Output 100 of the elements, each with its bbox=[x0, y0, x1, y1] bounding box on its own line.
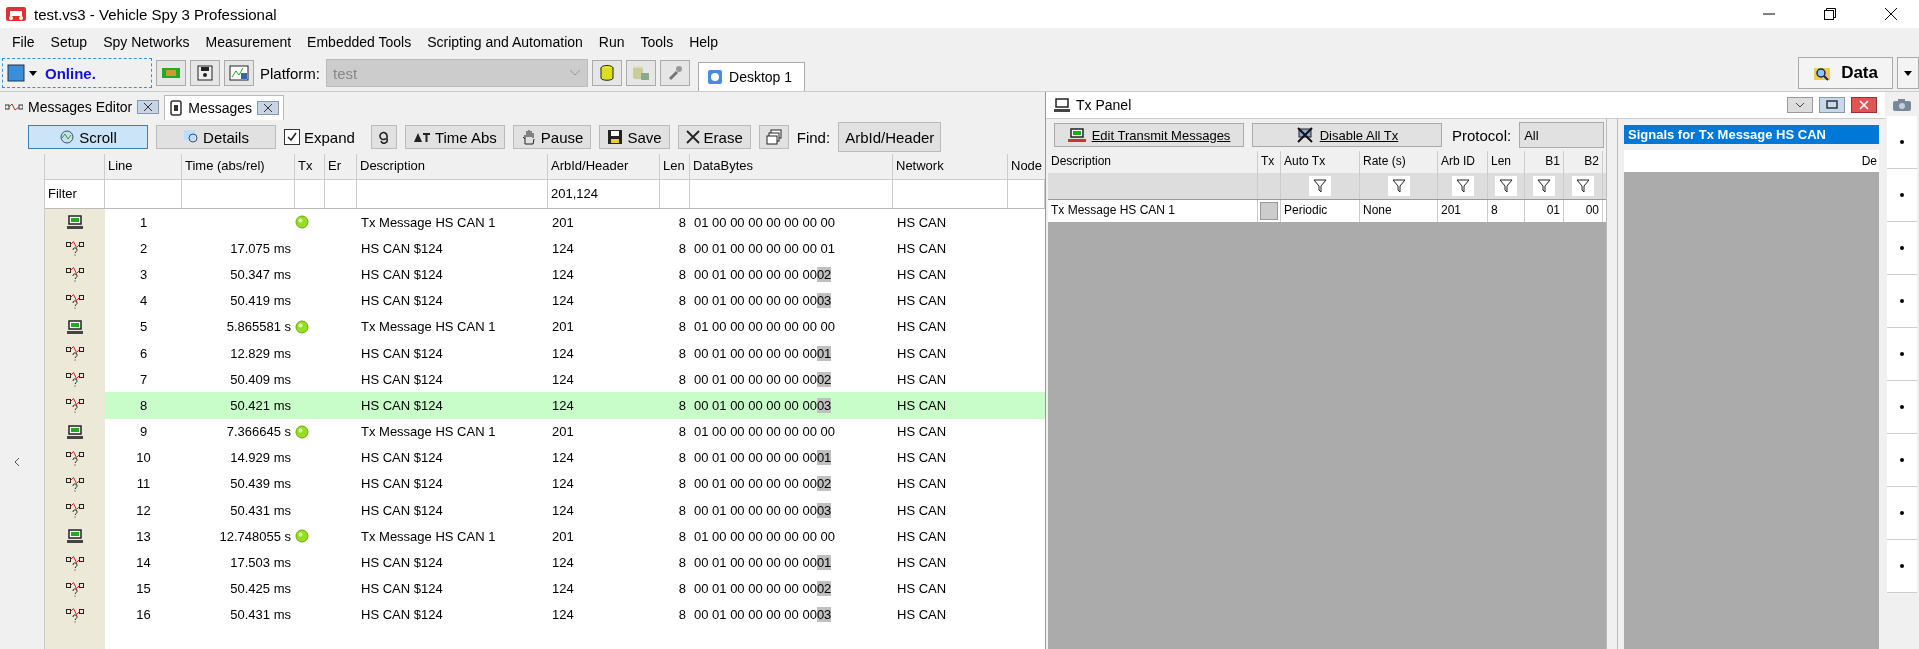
toolbar-icon-button[interactable] bbox=[370, 125, 397, 149]
wrench-button[interactable] bbox=[660, 60, 690, 86]
length-cell-text: 8 bbox=[677, 502, 687, 518]
bullet-icon[interactable] bbox=[1900, 352, 1904, 356]
data-bytes-cell-text: 00 01 00 00 00 00 0001 bbox=[693, 345, 833, 361]
description-cell-text: Tx Message HS CAN 1 bbox=[360, 424, 497, 440]
line-number: 14 bbox=[135, 555, 152, 571]
scroll-left-icon[interactable] bbox=[14, 456, 20, 467]
time-cell-text: 50.421 ms bbox=[229, 397, 292, 413]
close-icon[interactable] bbox=[257, 101, 280, 115]
column-header[interactable]: Tx bbox=[295, 154, 325, 179]
message-row[interactable]: 9 7.366645 s Tx Message HS CAN 1 201 8 01 00 00 00 00 00 00 00 HS CAN bbox=[45, 418, 1045, 445]
message-row[interactable]: 4 50.419 ms HS CAN $124 124 8 00 01 00 00 00 00 0003 HS CAN bbox=[45, 287, 1045, 314]
column-header[interactable]: Description bbox=[357, 154, 548, 179]
arb-id-cell-text: 201 bbox=[551, 319, 575, 335]
close-icon[interactable] bbox=[137, 100, 160, 114]
view-button[interactable]: Details bbox=[156, 125, 276, 149]
bullet-icon[interactable] bbox=[1900, 140, 1904, 144]
restore-icon[interactable] bbox=[1819, 97, 1845, 113]
column-header[interactable]: Line bbox=[105, 154, 182, 179]
message-row[interactable]: 14 17.503 ms HS CAN $124 124 8 00 01 00 00 00 00 0001 HS CAN bbox=[45, 549, 1045, 576]
menu-item[interactable]: File bbox=[4, 33, 43, 50]
selected-message-row[interactable]: 8 50.421 ms HS CAN $124 124 8 00 01 00 00 00 00 0003 HS CAN bbox=[45, 392, 1045, 419]
bullet-icon[interactable] bbox=[1900, 299, 1904, 303]
toolbar-icon-button[interactable] bbox=[758, 125, 789, 149]
camera-icon[interactable] bbox=[1892, 98, 1912, 112]
protocol-dropdown[interactable]: All bbox=[1519, 122, 1604, 148]
column-header[interactable]: Time (abs/rel) bbox=[182, 154, 295, 179]
menu-item[interactable]: Setup bbox=[42, 33, 96, 50]
description-cell: Tx Message HS CAN 1 bbox=[1048, 200, 1258, 222]
message-row[interactable]: 2 17.075 ms HS CAN $124 124 8 00 01 00 00 00 00 00 01 HS CAN bbox=[45, 235, 1045, 262]
message-row[interactable]: 10 14.929 ms HS CAN $124 124 8 00 01 00 00 00 00 0001 HS CAN bbox=[45, 444, 1045, 471]
filter-icon[interactable] bbox=[1533, 176, 1555, 196]
toolbar-button[interactable]: Time Abs bbox=[404, 125, 505, 149]
toolbar-button[interactable]: Erase bbox=[677, 125, 751, 149]
filter-icon[interactable] bbox=[1495, 176, 1517, 196]
filter-icon[interactable] bbox=[1572, 176, 1594, 196]
close-icon[interactable] bbox=[1884, 7, 1898, 21]
message-row[interactable]: 11 50.439 ms HS CAN $124 124 8 00 01 00 00 00 00 0002 HS CAN bbox=[45, 470, 1045, 498]
filter-label: Filter bbox=[45, 180, 105, 208]
toolbar-button[interactable]: Pause bbox=[512, 125, 592, 149]
disable-tx-button[interactable]: Disable All Tx bbox=[1252, 123, 1442, 147]
message-row[interactable]: 12 50.431 ms HS CAN $124 124 8 00 01 00 00 00 00 0003 HS CAN bbox=[45, 497, 1045, 524]
message-row[interactable]: 13 12.748055 s Tx Message HS CAN 1 201 8 01 00 00 00 00 00 00 00 HS CAN bbox=[45, 523, 1045, 550]
column-header[interactable]: Network bbox=[893, 154, 1008, 179]
platform-label: Platform: bbox=[260, 64, 320, 82]
panel-tab[interactable]: Messages bbox=[164, 95, 285, 120]
message-row[interactable]: 5 5.865581 s Tx Message HS CAN 1 201 8 01 00 00 00 00 00 00 00 HS CAN bbox=[45, 313, 1045, 340]
find-field[interactable]: ArbId/Header bbox=[838, 122, 942, 152]
bullet-icon[interactable] bbox=[1900, 246, 1904, 250]
network-cell-text: HS CAN bbox=[896, 371, 948, 387]
column-header[interactable]: ArbId/Header bbox=[548, 154, 660, 179]
bullet-icon[interactable] bbox=[1900, 564, 1904, 568]
column-header[interactable]: De bbox=[1861, 154, 1879, 168]
panel-tab[interactable]: Messages Editor bbox=[0, 94, 165, 120]
message-row[interactable]: 16 50.431 ms HS CAN $124 124 8 00 01 00 00 00 00 0003 HS CAN bbox=[45, 601, 1045, 628]
edit-transmit-button[interactable]: Edit Transmit Messages bbox=[1054, 123, 1244, 147]
column-header[interactable]: Len bbox=[660, 154, 690, 179]
data-button[interactable]: Data bbox=[1798, 57, 1893, 89]
column-header[interactable]: Er bbox=[325, 154, 357, 179]
filter-field[interactable]: 201,124 bbox=[548, 180, 660, 208]
length-cell-text: 8 bbox=[677, 424, 687, 440]
bullet-icon[interactable] bbox=[1900, 405, 1904, 409]
menu-item[interactable]: Measurement bbox=[197, 33, 300, 50]
bullet-icon[interactable] bbox=[1900, 193, 1904, 197]
status-dropdown[interactable]: Online. bbox=[2, 58, 152, 88]
message-row[interactable]: 6 12.829 ms HS CAN $124 124 8 00 01 00 00 00 00 0001 HS CAN bbox=[45, 339, 1045, 367]
description-cell-text: HS CAN $124 bbox=[360, 502, 444, 518]
message-row[interactable]: 7 50.409 ms HS CAN $124 124 8 00 01 00 00 00 00 0002 HS CAN bbox=[45, 366, 1045, 393]
database-button[interactable] bbox=[592, 60, 622, 86]
menu-item[interactable]: Scripting and Automation bbox=[419, 33, 591, 50]
graph-button[interactable] bbox=[224, 60, 254, 86]
menu-item[interactable]: Spy Networks bbox=[95, 33, 198, 50]
desktop-tab[interactable]: Desktop 1 bbox=[698, 62, 806, 91]
filter-icon[interactable] bbox=[1387, 176, 1410, 196]
close-icon[interactable] bbox=[1851, 97, 1877, 113]
menu-item[interactable]: Help bbox=[681, 33, 726, 50]
message-row[interactable]: 15 50.425 ms HS CAN $124 124 8 00 01 00 00 00 00 0002 HS CAN bbox=[45, 575, 1045, 602]
disk-button[interactable] bbox=[190, 60, 220, 86]
arb-id-cell: 201 bbox=[1438, 200, 1488, 222]
time-cell-text: 17.075 ms bbox=[229, 240, 292, 256]
data-dropdown-button[interactable] bbox=[1897, 57, 1919, 89]
menu-item[interactable]: Embedded Tools bbox=[299, 33, 420, 50]
maximize-icon[interactable] bbox=[1823, 7, 1837, 21]
filter-icon[interactable] bbox=[1309, 176, 1331, 196]
message-row[interactable]: 1 Tx Message HS CAN 1 201 8 01 00 00 00 00 00 00 00 HS CAN bbox=[45, 209, 1045, 236]
menu-item[interactable]: Tools bbox=[632, 33, 682, 50]
computer-icon bbox=[1067, 128, 1086, 142]
menu-item[interactable]: Run bbox=[590, 33, 633, 50]
toolbar-button[interactable]: Save bbox=[599, 125, 670, 149]
filter-icon[interactable] bbox=[1451, 176, 1474, 196]
view-button[interactable]: Scroll bbox=[28, 125, 148, 149]
bullet-icon[interactable] bbox=[1900, 458, 1904, 462]
message-row[interactable]: 3 50.347 ms HS CAN $124 124 8 00 01 00 00 00 00 0002 HS CAN bbox=[45, 261, 1045, 288]
tx-checkbox[interactable] bbox=[1260, 202, 1278, 220]
data-bytes-cell-text: 01 00 00 00 00 00 00 00 bbox=[693, 424, 836, 440]
expand-checkbox[interactable]: Expand bbox=[284, 128, 355, 146]
bullet-icon[interactable] bbox=[1900, 511, 1904, 515]
computer-icon bbox=[67, 215, 83, 230]
column-header[interactable]: DataBytes bbox=[690, 154, 893, 179]
